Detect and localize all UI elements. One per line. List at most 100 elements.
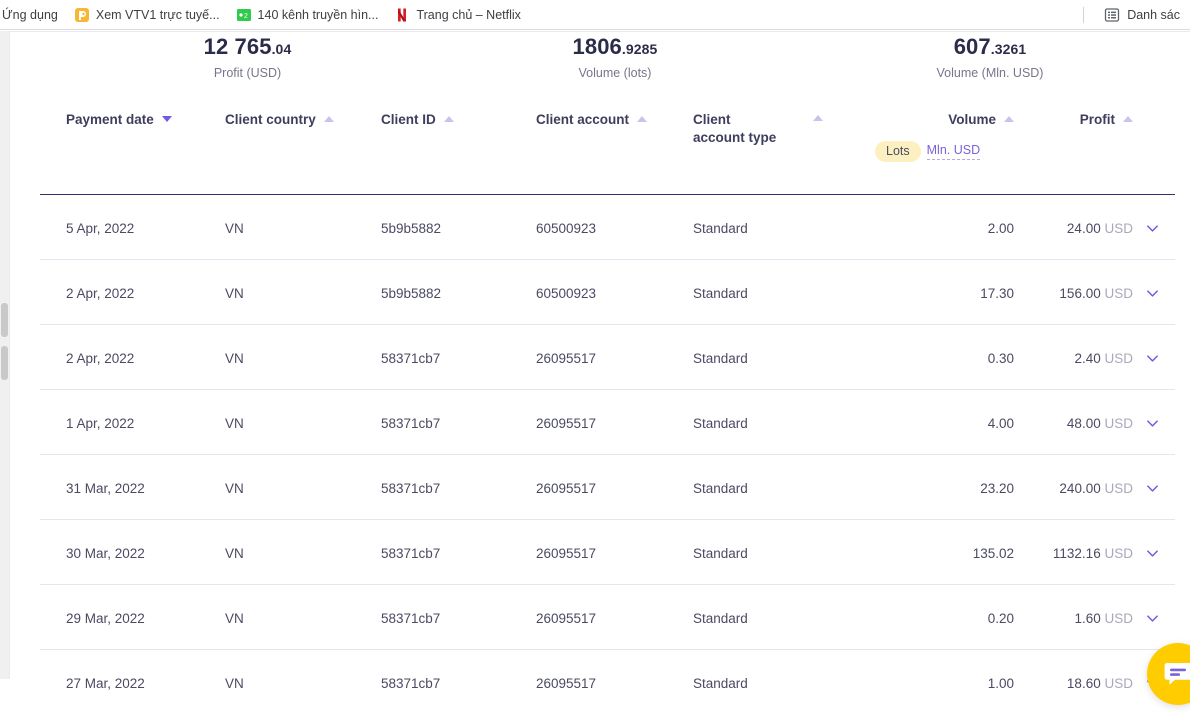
vtv-icon bbox=[74, 7, 90, 23]
bookmark-label: Xem VTV1 trực tuyế... bbox=[96, 8, 220, 22]
cell-profit-value: 18.60 bbox=[1067, 676, 1101, 691]
column-header-client-account-type[interactable]: Client account type bbox=[693, 111, 823, 147]
sort-asc-icon[interactable] bbox=[1004, 116, 1014, 122]
cell-volume: 135.02 bbox=[870, 545, 1014, 562]
column-header-payment-date[interactable]: Payment date bbox=[66, 111, 172, 129]
chevron-down-icon[interactable] bbox=[1145, 611, 1160, 626]
sort-asc-icon[interactable] bbox=[1123, 116, 1133, 122]
scrollbar-thumb-lower[interactable] bbox=[1, 346, 8, 380]
column-header-label: Profit bbox=[1080, 111, 1115, 129]
cell-profit-value: 48.00 bbox=[1067, 416, 1101, 431]
table-row[interactable]: 1 Apr, 2022 VN 58371cb7 26095517 Standar… bbox=[40, 390, 1175, 455]
cell-volume: 0.20 bbox=[870, 610, 1014, 627]
sort-asc-icon[interactable] bbox=[444, 116, 454, 122]
cell-client-country: VN bbox=[225, 480, 244, 497]
column-header-label: Volume bbox=[948, 111, 996, 129]
cell-profit: 2.40 USD bbox=[1020, 350, 1133, 367]
cell-client-id: 5b9b5882 bbox=[381, 220, 441, 237]
stat-value-fraction: .04 bbox=[272, 41, 292, 57]
sort-asc-icon[interactable] bbox=[324, 116, 334, 122]
cell-client-country: VN bbox=[225, 545, 244, 562]
stat-value-integer: 1806 bbox=[573, 34, 622, 59]
cell-profit-value: 1.60 bbox=[1074, 611, 1100, 626]
cell-profit-value: 156.00 bbox=[1059, 286, 1100, 301]
cell-payment-date: 27 Mar, 2022 bbox=[66, 675, 145, 692]
chat-bubble-icon bbox=[1163, 659, 1190, 689]
cell-payment-date: 30 Mar, 2022 bbox=[66, 545, 145, 562]
column-header-label: Payment date bbox=[66, 111, 154, 129]
cell-client-id: 58371cb7 bbox=[381, 480, 440, 497]
stat-volume-usd: 607.3261 Volume (Mln. USD) bbox=[895, 34, 1085, 81]
cell-client-country: VN bbox=[225, 675, 244, 692]
chevron-down-icon[interactable] bbox=[1145, 416, 1160, 431]
stat-value-fraction: .3261 bbox=[991, 41, 1027, 57]
cell-client-country: VN bbox=[225, 610, 244, 627]
list-icon bbox=[1104, 7, 1120, 23]
bookmark-apps-label[interactable]: Ứng dụng bbox=[0, 8, 66, 22]
stat-label: Volume (lots) bbox=[530, 65, 700, 81]
cell-profit-value: 2.40 bbox=[1074, 351, 1100, 366]
cell-profit-currency: USD bbox=[1104, 481, 1133, 496]
stat-value: 1806.9285 bbox=[530, 34, 700, 62]
table-row[interactable]: 31 Mar, 2022 VN 58371cb7 26095517 Standa… bbox=[40, 455, 1175, 520]
table-row[interactable]: 30 Mar, 2022 VN 58371cb7 26095517 Standa… bbox=[40, 520, 1175, 585]
stat-label: Profit (USD) bbox=[160, 65, 335, 81]
cell-client-account-type: Standard bbox=[693, 545, 748, 562]
cell-client-id: 58371cb7 bbox=[381, 610, 440, 627]
cell-client-id: 58371cb7 bbox=[381, 350, 440, 367]
sort-asc-icon[interactable] bbox=[637, 116, 647, 122]
scrollbar-thumb-upper[interactable] bbox=[1, 303, 8, 337]
cell-client-country: VN bbox=[225, 220, 244, 237]
table-row[interactable]: 2 Apr, 2022 VN 58371cb7 26095517 Standar… bbox=[40, 325, 1175, 390]
cell-profit-currency: USD bbox=[1104, 546, 1133, 561]
cell-profit-currency: USD bbox=[1104, 416, 1133, 431]
sort-asc-icon[interactable] bbox=[813, 115, 823, 121]
cell-client-account: 26095517 bbox=[536, 675, 596, 692]
column-header-client-country[interactable]: Client country bbox=[225, 111, 334, 129]
cell-client-id: 58371cb7 bbox=[381, 415, 440, 432]
sort-desc-icon[interactable] bbox=[162, 116, 172, 122]
cell-profit: 18.60 USD bbox=[1020, 675, 1133, 692]
bookmark-item-vtv[interactable]: Xem VTV1 trực tuyế... bbox=[66, 4, 228, 26]
reading-list-button[interactable]: Danh sác bbox=[1098, 4, 1186, 26]
cell-client-account-type: Standard bbox=[693, 285, 748, 302]
cell-client-id: 5b9b5882 bbox=[381, 285, 441, 302]
cell-profit: 240.00 USD bbox=[1020, 480, 1133, 497]
cell-client-account-type: Standard bbox=[693, 610, 748, 627]
table-row[interactable]: 5 Apr, 2022 VN 5b9b5882 60500923 Standar… bbox=[40, 195, 1175, 260]
chevron-down-icon[interactable] bbox=[1145, 481, 1160, 496]
bookmark-label: Trang chủ – Netflix bbox=[416, 8, 520, 22]
cell-volume: 2.00 bbox=[870, 220, 1014, 237]
cell-profit-value: 240.00 bbox=[1059, 481, 1100, 496]
cell-payment-date: 1 Apr, 2022 bbox=[66, 415, 134, 432]
volume-unit-lots[interactable]: Lots bbox=[875, 141, 921, 162]
column-header-client-id[interactable]: Client ID bbox=[381, 111, 454, 129]
column-header-client-account[interactable]: Client account bbox=[536, 111, 647, 129]
browser-bookmarks-bar: Ứng dụng Xem VTV1 trực tuyế... 2 140 kên… bbox=[0, 0, 1190, 30]
table-row[interactable]: 27 Mar, 2022 VN 58371cb7 26095517 Standa… bbox=[40, 650, 1175, 715]
bookmark-item-tv-channels[interactable]: 2 140 kênh truyền hìn... bbox=[228, 4, 387, 26]
cell-client-country: VN bbox=[225, 415, 244, 432]
column-header-profit[interactable]: Profit bbox=[1020, 111, 1133, 129]
cell-volume: 4.00 bbox=[870, 415, 1014, 432]
chevron-down-icon[interactable] bbox=[1145, 546, 1160, 561]
volume-unit-mln-usd[interactable]: Mln. USD bbox=[927, 143, 980, 160]
payments-table: Payment date Client country Client ID Cl… bbox=[40, 97, 1175, 715]
column-header-volume[interactable]: Volume bbox=[892, 111, 1014, 129]
cell-volume: 1.00 bbox=[870, 675, 1014, 692]
cell-client-account-type: Standard bbox=[693, 480, 748, 497]
cell-profit: 1.60 USD bbox=[1020, 610, 1133, 627]
cell-profit-currency: USD bbox=[1104, 351, 1133, 366]
table-row[interactable]: 2 Apr, 2022 VN 5b9b5882 60500923 Standar… bbox=[40, 260, 1175, 325]
cell-client-account-type: Standard bbox=[693, 220, 748, 237]
chevron-down-icon[interactable] bbox=[1145, 221, 1160, 236]
cell-client-account: 60500923 bbox=[536, 220, 596, 237]
cell-client-account-type: Standard bbox=[693, 415, 748, 432]
table-row[interactable]: 29 Mar, 2022 VN 58371cb7 26095517 Standa… bbox=[40, 585, 1175, 650]
cell-payment-date: 2 Apr, 2022 bbox=[66, 285, 134, 302]
page-scrollbar[interactable] bbox=[0, 31, 10, 679]
bookmark-item-netflix[interactable]: Trang chủ – Netflix bbox=[386, 4, 528, 26]
cell-profit: 48.00 USD bbox=[1020, 415, 1133, 432]
chevron-down-icon[interactable] bbox=[1145, 351, 1160, 366]
chevron-down-icon[interactable] bbox=[1145, 286, 1160, 301]
